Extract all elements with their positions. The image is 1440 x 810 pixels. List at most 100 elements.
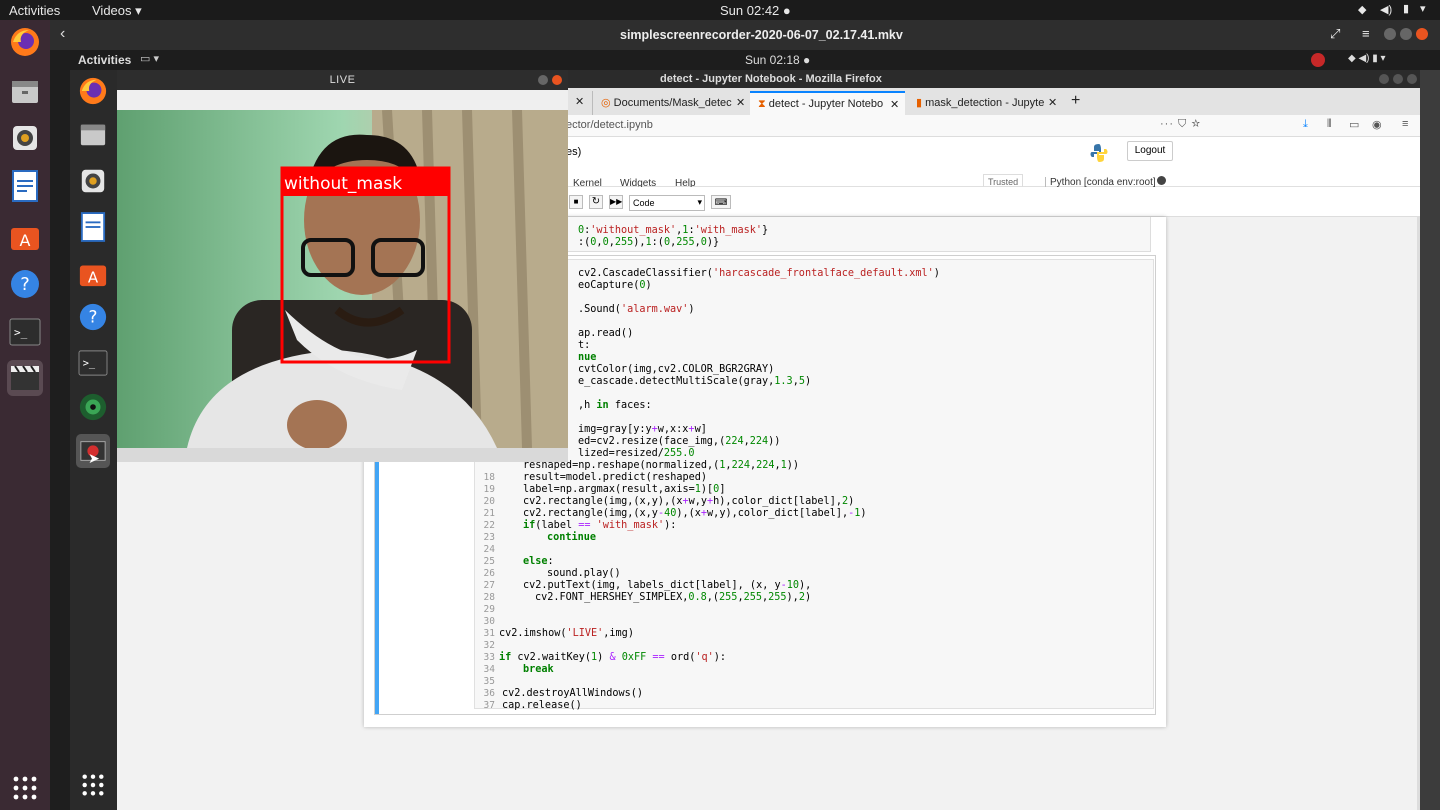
ff-maximize-icon xyxy=(1393,74,1403,84)
line-number: 36 xyxy=(483,688,495,699)
firefox-icon[interactable] xyxy=(7,24,43,60)
code-line: cv2.putText(img, labels_dict[label], (x,… xyxy=(523,580,812,591)
live-titlebar: LIVE xyxy=(117,70,568,90)
svg-text:>_: >_ xyxy=(83,358,96,370)
code-line-prev-2: :(0,0,255),1:(0,255,0)} xyxy=(578,237,720,248)
minimize-icon[interactable] xyxy=(1384,28,1396,40)
recorded-help-icon: ? xyxy=(76,300,110,334)
app-menu[interactable]: Videos ▾ xyxy=(92,3,142,19)
tab-label: detect - Jupyter Notebo xyxy=(768,98,884,110)
line-number: 19 xyxy=(483,484,495,495)
live-title: LIVE xyxy=(329,74,356,86)
kernel-status-icon xyxy=(1157,176,1166,185)
line-number: 30 xyxy=(483,616,495,627)
line-number: 21 xyxy=(483,508,495,519)
line-number: 29 xyxy=(483,604,495,615)
code-line: eoCapture(0) xyxy=(578,280,652,291)
sidebar-icon: ▭ xyxy=(1349,119,1360,131)
svg-text:?: ? xyxy=(20,274,30,295)
tab-label: Documents/Mask_detec xyxy=(613,97,732,109)
recorded-app-icon: ▭ ▾ xyxy=(140,53,159,65)
download-icon: ⤓ xyxy=(1303,118,1308,130)
line-number: 35 xyxy=(483,676,495,687)
tab-documents: ◎ Documents/Mask_detec ✕ xyxy=(592,91,747,115)
app-menu-label: Videos xyxy=(92,3,132,18)
recorded-dock: A ? >_ ➤ xyxy=(70,70,117,810)
code-line: cv2.FONT_HERSHEY_SIMPLEX,0.8,(255,255,25… xyxy=(535,592,812,603)
logout-button: Logout xyxy=(1127,141,1173,161)
code-line: cvtColor(img,cv2.COLOR_BGR2GRAY) xyxy=(578,364,775,375)
video-title: simplescreenrecorder-2020-06-07_02.17.41… xyxy=(620,28,903,42)
line-number: 33 xyxy=(483,652,495,663)
run-all-icon: ▶▶ xyxy=(609,195,623,209)
recorded-software-icon: A xyxy=(76,256,110,290)
rhythmbox-icon[interactable] xyxy=(7,120,43,156)
notebook-name-partial: es) xyxy=(566,146,582,158)
ff-close-icon xyxy=(1407,74,1417,84)
tab-notebook-icon: ▮ xyxy=(916,97,923,109)
line-number: 20 xyxy=(483,496,495,507)
tab-mask-detection: ▮ mask_detection - Jupyte ✕ xyxy=(908,91,1063,115)
code-line: continue xyxy=(547,532,597,543)
network-icon[interactable]: ◆ xyxy=(1358,3,1366,16)
recorded-activities: Activities xyxy=(78,53,132,67)
help-icon[interactable]: ? xyxy=(7,266,43,302)
stop-icon: ■ xyxy=(569,195,583,209)
close-icon[interactable] xyxy=(1416,28,1428,40)
live-minimize-icon xyxy=(538,75,548,85)
recorded-app-grid-icon xyxy=(76,768,110,802)
code-line: sound.play() xyxy=(547,568,621,579)
tab-close-icon: ✕ xyxy=(890,99,900,111)
live-statusbar xyxy=(117,448,568,462)
line-number: 31 xyxy=(483,628,495,639)
volume-icon[interactable]: ◀) xyxy=(1380,3,1392,16)
ff-minimize-icon xyxy=(1379,74,1389,84)
tab-close-icon: ✕ xyxy=(736,97,746,109)
code-line: cv2.rectangle(img,(x,y-40),(x+w,y),color… xyxy=(523,508,867,519)
mouse-cursor-icon: ➤ xyxy=(88,450,100,466)
system-menu-icon[interactable]: ▾ xyxy=(1420,2,1426,15)
files-icon[interactable] xyxy=(7,74,43,110)
line-number: 34 xyxy=(483,664,495,675)
clock[interactable]: Sun 02:42 ● xyxy=(720,3,791,18)
writer-icon[interactable] xyxy=(7,168,43,204)
url-bar: ector/detect.ipynb xyxy=(566,119,653,131)
svg-text:A: A xyxy=(20,231,31,250)
recorded-clock-label: Sun 02:18 xyxy=(745,53,800,67)
code-line: if cv2.waitKey(1) & 0xFF == ord('q'): xyxy=(499,652,727,663)
app-grid-icon[interactable] xyxy=(7,770,43,806)
dropdown-icon: ▾ xyxy=(697,197,702,207)
line-number: 25 xyxy=(483,556,495,567)
python-logo-icon xyxy=(1090,144,1108,162)
software-center-icon[interactable]: A xyxy=(7,218,43,254)
code-line: ,h in faces: xyxy=(578,400,652,411)
code-line: img=gray[y:y+w,x:x+w] xyxy=(578,424,707,435)
webcam-image: without_mask xyxy=(117,110,568,448)
code-line: if(label == 'with_mask'): xyxy=(523,520,677,531)
maximize-icon[interactable] xyxy=(1400,28,1412,40)
videos-icon[interactable] xyxy=(7,360,43,396)
line-number: 28 xyxy=(483,592,495,603)
tab-jupyter-icon: ◎ xyxy=(601,97,611,109)
detection-label: without_mask xyxy=(284,174,402,194)
terminal-icon[interactable]: >_ xyxy=(7,314,43,350)
video-player-header: ‹ simplescreenrecorder-2020-06-07_02.17.… xyxy=(50,20,1440,50)
code-line: t: xyxy=(578,340,591,351)
fullscreen-icon[interactable]: ⤢ xyxy=(1330,26,1340,42)
tab-close-icon: ✕ xyxy=(1048,97,1058,109)
code-line-prev-1: 0:'without_mask',1:'with_mask'} xyxy=(578,225,769,236)
recorded-top-bar: Activities ▭ ▾ Sun 02:18 ● ◆ ◀) ▮ ▾ xyxy=(70,50,1440,70)
line-number: 22 xyxy=(483,520,495,531)
hamburger-icon[interactable]: ≡ xyxy=(1362,26,1370,41)
line-number: 23 xyxy=(483,532,495,543)
ff-menu-icon: ≡ xyxy=(1402,118,1409,130)
back-icon[interactable]: ‹ xyxy=(60,25,78,45)
live-toolbar xyxy=(117,90,568,110)
line-number: 27 xyxy=(483,580,495,591)
page-actions-icon: ··· ⛉ ☆ xyxy=(1160,118,1202,130)
activities-button[interactable]: Activities xyxy=(9,3,60,18)
live-close-icon xyxy=(552,75,562,85)
battery-icon[interactable]: ▮ xyxy=(1403,2,1409,15)
line-number: 37 xyxy=(483,700,495,711)
recorded-network-icon: ◆ ◀) ▮ ▾ xyxy=(1348,53,1386,64)
